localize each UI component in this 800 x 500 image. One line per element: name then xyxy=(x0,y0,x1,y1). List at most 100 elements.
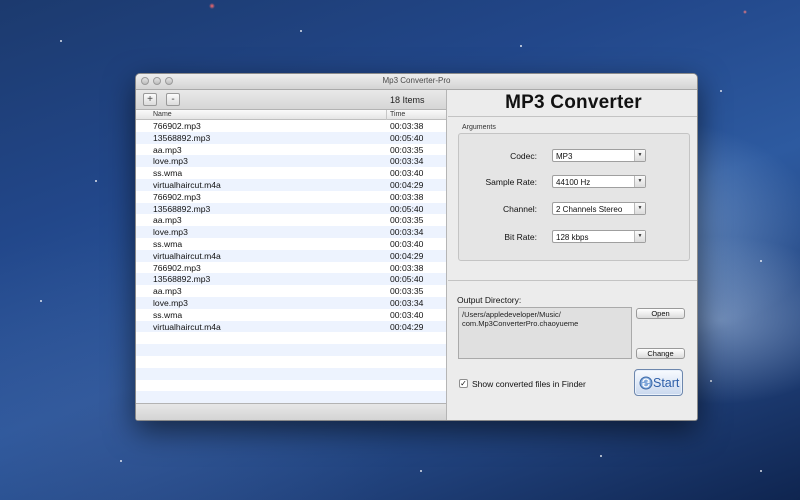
file-time-cell: 00:03:38 xyxy=(390,191,424,202)
checkmark-icon: ✓ xyxy=(460,379,467,388)
file-time-cell: 00:03:35 xyxy=(390,215,424,226)
star xyxy=(95,180,97,182)
empty-row[interactable] xyxy=(136,332,446,344)
bit-rate-label: Bit Rate: xyxy=(504,232,537,242)
file-time-cell: 00:03:38 xyxy=(390,262,424,273)
star xyxy=(520,45,522,47)
file-list-pane: + - 18 Items Name Time 766902.mp3 00:03:3… xyxy=(136,90,447,420)
table-row[interactable]: virtualhaircut.m4a 00:04:29 xyxy=(136,320,446,333)
star xyxy=(300,30,302,32)
file-name-cell: aa.mp3 xyxy=(153,144,182,155)
table-row[interactable]: 766902.mp3 00:03:38 xyxy=(136,120,446,132)
open-button[interactable]: Open xyxy=(636,308,685,319)
table-row[interactable]: ss.wma 00:03:40 xyxy=(136,167,446,179)
output-path-line-1: /Users/appledeveloper/Music/ xyxy=(462,310,561,319)
table-row[interactable]: aa.mp3 00:03:35 xyxy=(136,285,446,297)
bit-rate-select[interactable]: 128 kbps ▼ xyxy=(552,230,646,243)
sample-rate-row: Sample Rate: 44100 Hz ▼ xyxy=(459,175,689,189)
empty-row[interactable] xyxy=(136,344,446,356)
star xyxy=(40,300,42,302)
file-time-cell: 00:03:40 xyxy=(390,168,424,179)
add-file-button[interactable]: + xyxy=(143,93,157,106)
file-name-cell: aa.mp3 xyxy=(153,215,182,226)
channel-row: Channel: 2 Channels Stereo ▼ xyxy=(459,202,689,216)
change-button[interactable]: Change xyxy=(636,348,685,359)
table-row[interactable]: love.mp3 00:03:34 xyxy=(136,155,446,168)
table-row[interactable]: aa.mp3 00:03:35 xyxy=(136,214,446,226)
table-row[interactable]: virtualhaircut.m4a 00:04:29 xyxy=(136,178,446,191)
file-name-cell: ss.wma xyxy=(153,168,183,179)
file-time-cell: 00:05:40 xyxy=(390,132,424,143)
codec-value: MP3 xyxy=(556,152,573,161)
file-time-cell: 00:03:40 xyxy=(390,309,424,320)
file-name-cell: aa.mp3 xyxy=(153,286,182,297)
file-table-header: Name Time xyxy=(136,110,446,120)
file-time-cell: 00:05:40 xyxy=(390,274,424,285)
empty-row[interactable] xyxy=(136,367,446,380)
app-window: Mp3 Converter-Pro + - 18 Items Name Time… xyxy=(135,73,698,421)
column-separator[interactable] xyxy=(386,110,387,120)
table-row[interactable]: aa.mp3 00:03:35 xyxy=(136,144,446,156)
start-button[interactable]: Start xyxy=(634,369,683,396)
arguments-label: Arguments xyxy=(462,124,496,131)
file-table-body: 766902.mp3 00:03:38 13568892.mp3 00:05:40 aa… xyxy=(136,120,446,404)
file-time-cell: 00:03:38 xyxy=(390,121,424,131)
channel-value: 2 Channels Stereo xyxy=(556,205,623,214)
table-row[interactable]: love.mp3 00:03:34 xyxy=(136,226,446,238)
channel-select[interactable]: 2 Channels Stereo ▼ xyxy=(552,202,646,215)
table-row[interactable]: virtualhaircut.m4a 00:04:29 xyxy=(136,249,446,262)
file-time-cell: 00:05:40 xyxy=(390,203,424,214)
file-time-cell: 00:03:34 xyxy=(390,156,424,167)
settings-pane: MP3 Converter Arguments Codec: MP3 ▼ Sam… xyxy=(448,90,697,420)
empty-row[interactable] xyxy=(136,356,446,368)
file-name-cell: ss.wma xyxy=(153,238,183,249)
file-time-cell: 00:03:34 xyxy=(390,297,424,308)
file-name-cell: virtualhaircut.m4a xyxy=(153,250,221,261)
divider xyxy=(448,280,697,281)
star xyxy=(760,260,762,262)
table-row[interactable]: 766902.mp3 00:03:38 xyxy=(136,262,446,274)
codec-select[interactable]: MP3 ▼ xyxy=(552,149,646,162)
remove-file-button[interactable]: - xyxy=(166,93,180,106)
output-directory-field[interactable]: /Users/appledeveloper/Music/ com.Mp3Conv… xyxy=(458,307,632,359)
chevron-down-icon: ▼ xyxy=(634,203,645,214)
file-name-cell: 766902.mp3 xyxy=(153,191,201,202)
file-name-cell: love.mp3 xyxy=(153,227,188,238)
chevron-down-icon: ▼ xyxy=(634,231,645,242)
table-row[interactable]: 13568892.mp3 00:05:40 xyxy=(136,273,446,286)
star xyxy=(600,455,602,457)
file-name-cell: 13568892.mp3 xyxy=(153,203,211,214)
table-row[interactable]: 13568892.mp3 00:05:40 xyxy=(136,202,446,215)
table-row[interactable]: 766902.mp3 00:03:38 xyxy=(136,191,446,203)
bit-rate-value: 128 kbps xyxy=(556,233,589,242)
file-time-cell: 00:04:29 xyxy=(390,321,424,332)
file-list-footer xyxy=(136,403,446,420)
star xyxy=(710,380,712,382)
chevron-down-icon: ▼ xyxy=(634,150,645,161)
show-in-finder-label[interactable]: Show converted files in Finder xyxy=(472,379,586,389)
file-name-cell: love.mp3 xyxy=(153,156,188,167)
codec-row: Codec: MP3 ▼ xyxy=(459,149,689,163)
column-header-time[interactable]: Time xyxy=(390,111,405,118)
table-row[interactable]: ss.wma 00:03:40 xyxy=(136,309,446,321)
convert-icon xyxy=(639,376,653,390)
arguments-box: Codec: MP3 ▼ Sample Rate: 44100 Hz ▼ Cha… xyxy=(458,133,690,261)
empty-row[interactable] xyxy=(136,391,446,404)
column-header-name[interactable]: Name xyxy=(153,111,172,118)
title-bar[interactable]: Mp3 Converter-Pro xyxy=(136,74,697,90)
table-row[interactable]: 13568892.mp3 00:05:40 xyxy=(136,131,446,144)
table-row[interactable]: love.mp3 00:03:34 xyxy=(136,296,446,309)
file-name-cell: 13568892.mp3 xyxy=(153,274,211,285)
sample-rate-select[interactable]: 44100 Hz ▼ xyxy=(552,175,646,188)
star xyxy=(420,470,422,472)
show-in-finder-checkbox[interactable]: ✓ xyxy=(459,379,468,388)
file-time-cell: 00:04:29 xyxy=(390,179,424,190)
file-name-cell: 766902.mp3 xyxy=(153,121,201,131)
divider xyxy=(448,116,697,117)
bit-rate-row: Bit Rate: 128 kbps ▼ xyxy=(459,230,689,244)
file-time-cell: 00:03:35 xyxy=(390,286,424,297)
table-row[interactable]: ss.wma 00:03:40 xyxy=(136,238,446,250)
empty-row[interactable] xyxy=(136,380,446,392)
file-name-cell: 13568892.mp3 xyxy=(153,132,211,143)
star xyxy=(60,40,62,42)
